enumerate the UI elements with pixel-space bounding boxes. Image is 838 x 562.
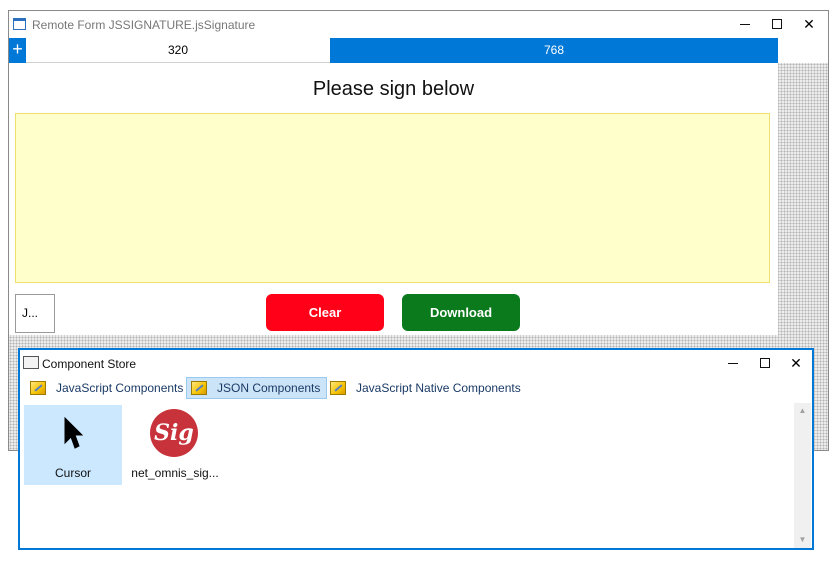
tab-label: JavaScript Native Components [356,381,521,395]
scroll-up-icon[interactable]: ▲ [794,403,811,419]
tab-javascript-native-components[interactable]: JavaScript Native Components [326,377,527,399]
download-button[interactable]: Download [402,294,520,331]
component-store-title: Component Store [42,357,137,371]
component-tile-cursor[interactable]: Cursor [24,405,122,485]
components-icon [191,381,207,395]
remote-form-title: Remote Form JSSIGNATURE.jsSignature [32,18,256,32]
vertical-scrollbar[interactable]: ▲ ▼ [794,403,811,548]
breakpoint-320-tab[interactable]: 320 [26,38,330,63]
signature-pad[interactable] [15,113,770,283]
small-field-control[interactable]: J... [15,294,55,333]
minimize-icon[interactable] [729,12,761,36]
component-store-titlebar[interactable]: Component Store [20,350,812,376]
close-icon[interactable] [780,351,812,375]
close-icon[interactable] [793,12,825,36]
component-store-icon [23,356,39,369]
component-store-tabs: JavaScript Components JSON Components Ja… [20,376,812,402]
component-list: Cursor Sig net_omnis_sig... ▲ ▼ [20,403,812,548]
clear-button[interactable]: Clear [266,294,384,331]
breakpoint-768-tab[interactable]: 768 [330,38,778,63]
components-icon [30,381,46,395]
signature-logo-icon: Sig [150,409,198,457]
tab-javascript-components[interactable]: JavaScript Components [26,377,189,399]
form-canvas[interactable]: Please sign below J... Clear Download [9,63,778,335]
window-icon [13,18,26,30]
component-store-window: Component Store JavaScript Components JS… [18,348,814,550]
cursor-arrow-icon [64,417,83,449]
component-label: Cursor [54,466,91,480]
tab-label: JavaScript Components [56,381,184,395]
component-tile-signature[interactable]: Sig net_omnis_sig... [126,405,224,485]
component-label: net_omnis_sig... [131,466,219,480]
add-breakpoint-button[interactable]: + [9,38,26,63]
sign-heading: Please sign below [312,78,475,100]
scroll-down-icon[interactable]: ▼ [794,532,811,548]
maximize-icon[interactable] [749,351,781,375]
minimize-icon[interactable] [717,351,749,375]
components-icon [330,381,346,395]
breakpoint-bar: + 320 768 [9,38,778,63]
remote-form-titlebar[interactable]: Remote Form JSSIGNATURE.jsSignature [9,11,828,38]
tab-json-components[interactable]: JSON Components [186,377,328,399]
maximize-icon[interactable] [761,12,793,36]
tab-label: JSON Components [217,381,321,395]
